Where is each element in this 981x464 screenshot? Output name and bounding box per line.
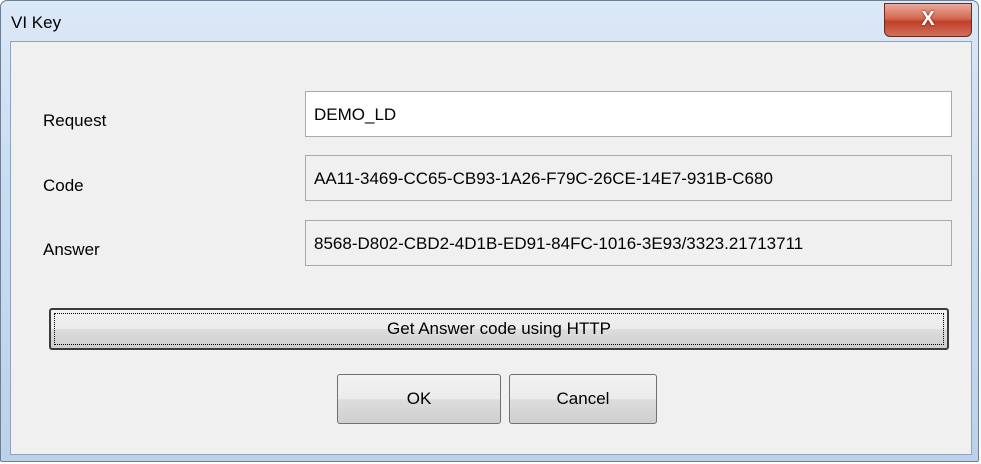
- close-icon: X: [921, 8, 935, 30]
- get-answer-http-label: Get Answer code using HTTP: [387, 319, 611, 338]
- dialog-client-area: Request DEMO_LD Code AA11-3469-CC65-CB93…: [10, 41, 972, 455]
- answer-label: Answer: [43, 240, 100, 259]
- ok-button-label: OK: [406, 389, 432, 408]
- code-label: Code: [43, 176, 84, 195]
- ok-button[interactable]: OK: [337, 374, 501, 424]
- get-answer-http-button[interactable]: Get Answer code using HTTP: [49, 308, 949, 350]
- title-bar[interactable]: VI Key X: [1, 1, 978, 41]
- close-button[interactable]: X: [884, 3, 972, 37]
- cancel-button[interactable]: Cancel: [509, 374, 657, 424]
- answer-field[interactable]: 8568-D802-CBD2-4D1B-ED91-84FC-1016-3E93/…: [305, 220, 952, 266]
- request-label: Request: [43, 111, 107, 130]
- dialog-window: VI Key X Request DEMO_LD Code AA11-3469-…: [0, 0, 979, 462]
- request-input[interactable]: DEMO_LD: [305, 91, 952, 137]
- window-title: VI Key: [11, 13, 62, 32]
- cancel-button-label: Cancel: [556, 389, 610, 408]
- code-field[interactable]: AA11-3469-CC65-CB93-1A26-F79C-26CE-14E7-…: [305, 155, 952, 201]
